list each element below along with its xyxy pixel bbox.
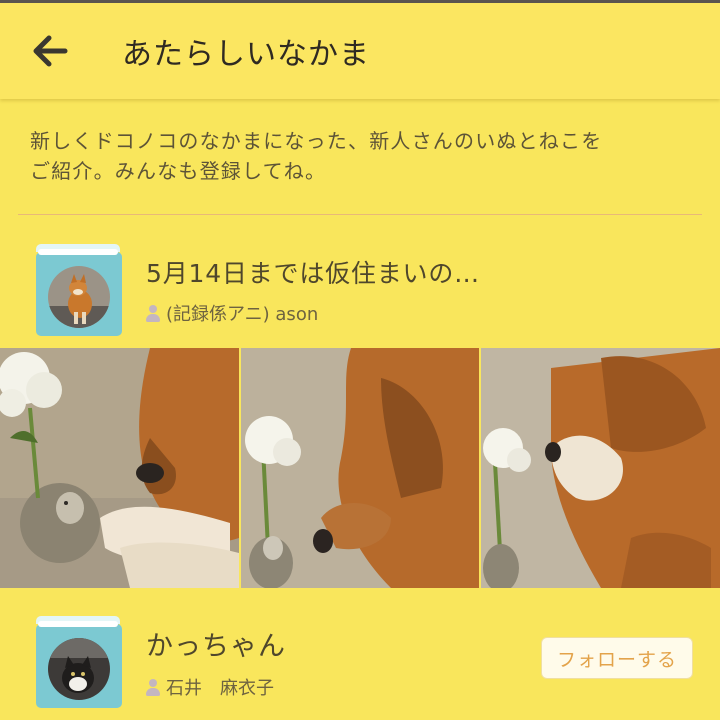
photo-1[interactable]: [0, 348, 239, 588]
post-author: (記録係アニ) ason: [146, 300, 318, 326]
photo-strip: [0, 348, 720, 588]
pet-avatar-dog: [48, 266, 110, 328]
divider: [18, 214, 702, 215]
person-icon: [146, 304, 160, 322]
intro-line-1: 新しくドコノコのなかまになった、新人さんのいぬとねこを: [30, 129, 603, 153]
follow-button[interactable]: フォローする: [541, 637, 693, 679]
app-header: あたらしいなかま: [0, 3, 720, 99]
page-title: あたらしいなかま: [122, 37, 370, 72]
pet-notebook-icon: [36, 616, 122, 708]
pet-avatar-cat: [48, 638, 110, 700]
photo-2[interactable]: [240, 348, 480, 588]
user-name[interactable]: かっちゃん: [146, 624, 286, 663]
user-item[interactable]: かっちゃん 石井 麻衣子 フォローする: [0, 612, 720, 720]
pet-notebook-icon: [36, 244, 122, 336]
intro-text: 新しくドコノコのなかまになった、新人さんのいぬとねこを ご紹介。みんなも登録して…: [30, 126, 700, 186]
back-button[interactable]: [0, 3, 100, 99]
intro-line-2: ご紹介。みんなも登録してね。: [30, 159, 327, 183]
post-title[interactable]: 5月14日までは仮住まいの…: [146, 254, 480, 290]
user-author-name: 石井 麻衣子: [166, 678, 274, 699]
user-author: 石井 麻衣子: [146, 674, 274, 700]
person-icon: [146, 678, 160, 696]
photo-3[interactable]: [481, 348, 720, 588]
post-author-name: (記録係アニ) ason: [166, 304, 319, 325]
post-item[interactable]: 5月14日までは仮住まいの… (記録係アニ) ason: [0, 236, 720, 344]
arrow-left-icon: [33, 35, 68, 67]
